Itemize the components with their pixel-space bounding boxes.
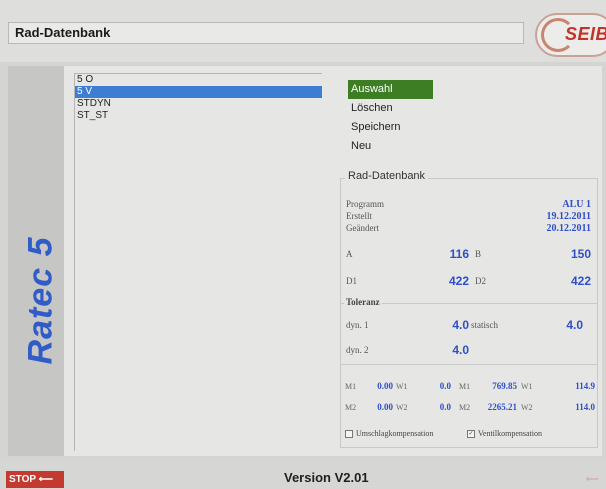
w1b-value: 114.9: [575, 381, 595, 391]
erstellt-label: Erstellt: [346, 211, 372, 221]
ventil-label: Ventilkompensation: [478, 429, 542, 438]
neu-button[interactable]: Neu: [348, 137, 433, 156]
dyn1-label: dyn. 1: [346, 320, 369, 330]
w2-value: 0.0: [439, 402, 451, 412]
d1-value: 422: [448, 274, 469, 288]
window-title: Rad-Datenbank: [8, 22, 524, 44]
version-label: Version V2.01: [284, 470, 369, 485]
d2-value: 422: [570, 274, 591, 288]
brand-label: Ratec 5: [21, 236, 60, 365]
m1-label: M1: [345, 382, 357, 391]
list-item[interactable]: STDYN: [75, 98, 322, 110]
checkbox-unchecked-icon: [345, 429, 353, 438]
w1-label: W1: [396, 382, 408, 391]
footer-bar: STOP ⟵ Version V2.01 ⟵: [0, 460, 606, 489]
umschlag-checkbox[interactable]: Umschlagkompensation: [345, 429, 433, 438]
programm-label: Programm: [346, 199, 384, 209]
m2-label: M2: [345, 403, 357, 412]
w1-value: 0.0: [439, 381, 451, 391]
m1b-label: M1: [459, 382, 471, 391]
list-item-selected[interactable]: 5 V: [75, 86, 322, 98]
details-group-title: Rad-Datenbank: [345, 170, 429, 182]
list-item[interactable]: ST_ST: [75, 110, 322, 122]
ventil-checkbox[interactable]: ✓ Ventilkompensation: [467, 429, 542, 438]
m1b-value: 769.85: [492, 381, 517, 391]
toleranz-section: Toleranz dyn. 1 4.0 statisch 4.0 dyn. 2 …: [341, 297, 597, 365]
speichern-button[interactable]: Speichern: [348, 118, 433, 137]
side-strip: Ratec 5: [8, 66, 64, 456]
m1-value: 0.00: [377, 381, 393, 391]
a-value: 116: [449, 247, 469, 261]
m2b-value: 2265.21: [487, 402, 517, 412]
loeschen-button[interactable]: Löschen: [348, 99, 433, 118]
w2b-value: 114.0: [575, 402, 595, 412]
list-item[interactable]: 5 O: [75, 74, 322, 86]
w2b-label: W2: [521, 403, 533, 412]
main-content: 5 O 5 V STDYN ST_ST Auswahl Löschen Spei…: [64, 66, 602, 456]
toleranz-title: Toleranz: [344, 297, 382, 307]
dyn2-label: dyn. 2: [346, 345, 369, 355]
statisch-label: statisch: [471, 320, 498, 330]
wheel-list[interactable]: 5 O 5 V STDYN ST_ST: [74, 73, 322, 451]
b-label: B: [475, 249, 482, 259]
logo-text: SEIB: [565, 24, 606, 44]
b-value: 150: [570, 247, 591, 261]
dyn2-value: 4.0: [452, 343, 469, 357]
seib-logo: SEIB: [535, 13, 606, 57]
umschlag-label: Umschlagkompensation: [356, 429, 434, 438]
geaendert-value: 20.12.2011: [546, 223, 591, 234]
programm-value: ALU 1: [562, 199, 591, 210]
corner-mark-icon: ⟵: [586, 474, 599, 484]
dyn1-value: 4.0: [452, 318, 469, 332]
stop-button[interactable]: STOP ⟵: [6, 471, 64, 488]
header-area: Rad-Datenbank SEIB: [0, 0, 606, 62]
details-group: Rad-Datenbank Programm ALU 1 Erstellt 19…: [340, 170, 598, 448]
action-menu: Auswahl Löschen Speichern Neu: [348, 80, 433, 156]
geaendert-label: Geändert: [346, 223, 379, 233]
a-label: A: [346, 249, 353, 259]
statisch-value: 4.0: [566, 318, 583, 332]
d2-label: D2: [475, 276, 486, 286]
checkbox-checked-icon: ✓: [467, 429, 475, 438]
m2-value: 0.00: [377, 402, 393, 412]
erstellt-value: 19.12.2011: [546, 211, 591, 222]
auswahl-button[interactable]: Auswahl: [348, 80, 433, 99]
w2-label: W2: [396, 403, 408, 412]
d1-label: D1: [346, 276, 357, 286]
w1b-label: W1: [521, 382, 533, 391]
